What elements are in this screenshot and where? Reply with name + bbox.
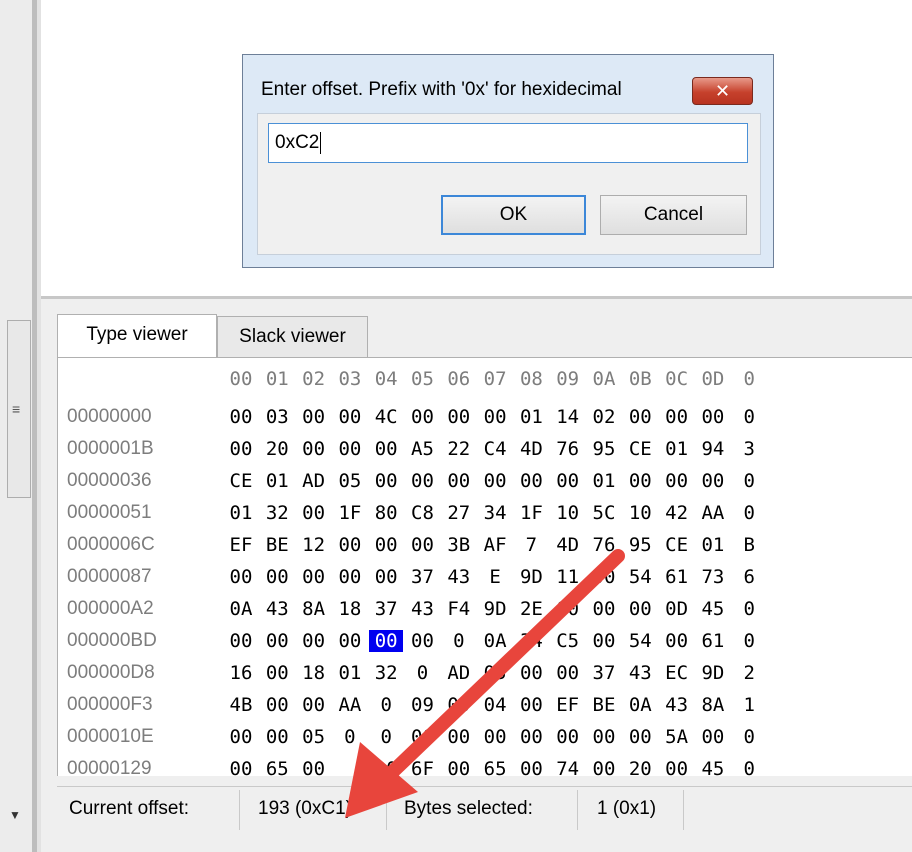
annotation-arrow [345, 549, 625, 818]
arrow-shaft [377, 549, 625, 787]
